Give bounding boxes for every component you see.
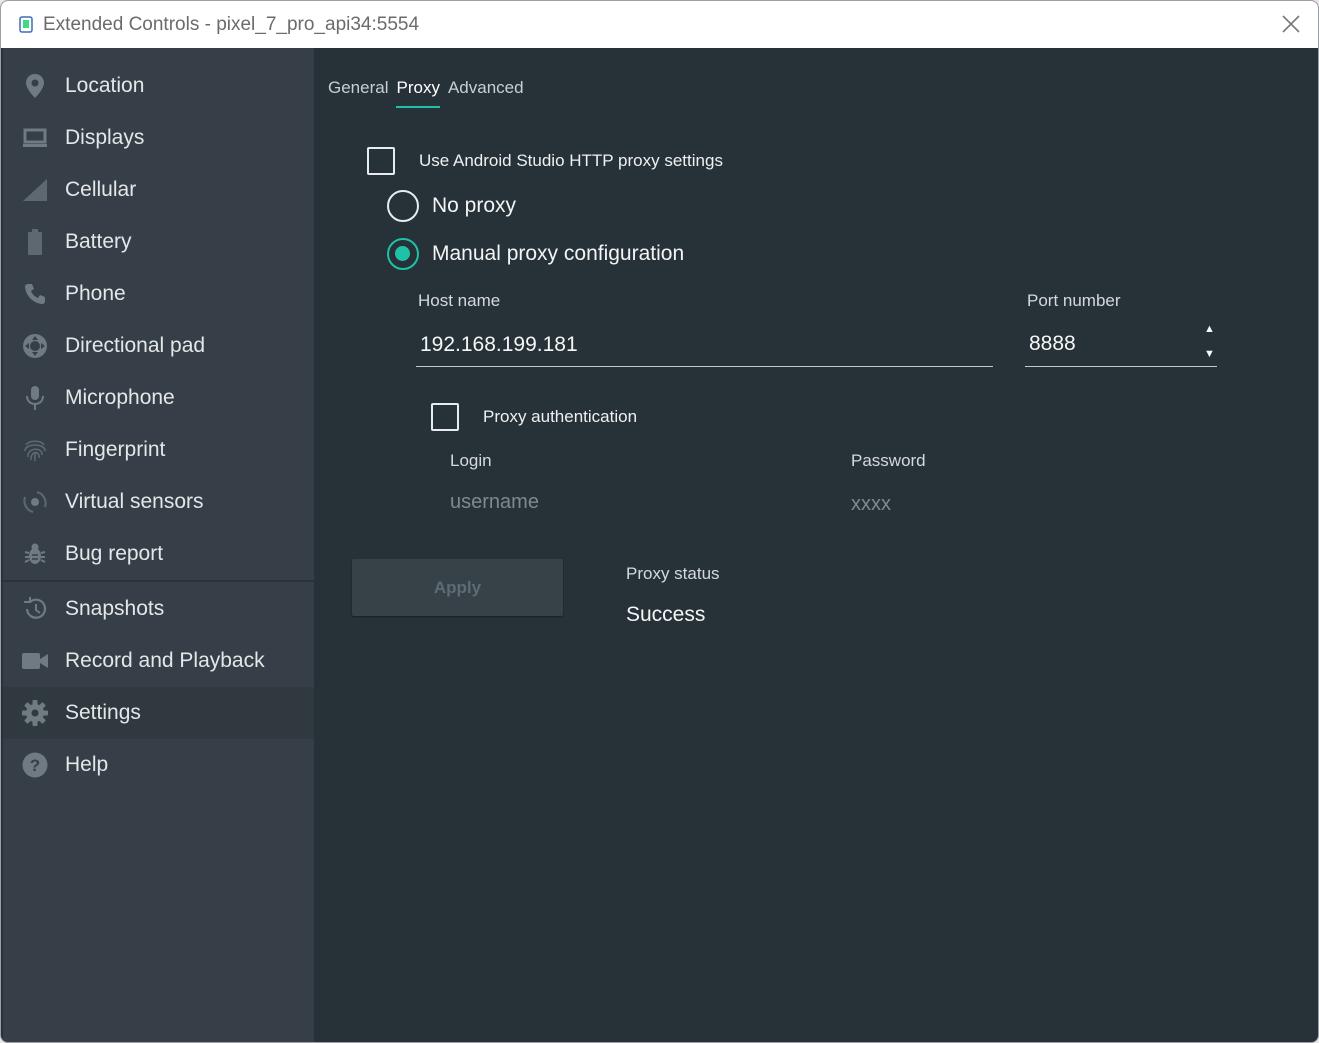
sidebar-divider xyxy=(3,580,314,582)
cellular-signal-icon xyxy=(21,176,49,204)
port-increment-button[interactable]: ▲ xyxy=(1204,323,1215,335)
sidebar-item-fingerprint[interactable]: Fingerprint xyxy=(3,424,314,476)
login-label: Login xyxy=(450,451,492,470)
sidebar-item-phone[interactable]: Phone xyxy=(3,268,314,320)
video-camera-icon xyxy=(21,647,49,675)
sidebar-item-label: Fingerprint xyxy=(65,438,166,461)
sidebar-item-label: Snapshots xyxy=(65,597,165,620)
settings-tabs: General Proxy Advanced xyxy=(328,78,524,108)
sidebar-item-label: Battery xyxy=(65,230,132,253)
sidebar-item-snapshots[interactable]: Snapshots xyxy=(3,583,314,635)
battery-icon xyxy=(21,228,49,256)
phone-icon xyxy=(21,280,49,308)
port-decrement-button[interactable]: ▼ xyxy=(1204,348,1215,360)
sidebar-item-battery[interactable]: Battery xyxy=(3,216,314,268)
host-name-label: Host name xyxy=(418,291,501,310)
title-bar: Extended Controls - pixel_7_pro_api34:55… xyxy=(1,1,1318,48)
tab-proxy[interactable]: Proxy xyxy=(396,78,441,108)
sidebar-item-bug-report[interactable]: Bug report xyxy=(3,528,314,580)
manual-proxy-radio[interactable] xyxy=(387,238,419,270)
close-button[interactable] xyxy=(1278,11,1304,37)
use-studio-proxy-checkbox[interactable] xyxy=(367,147,395,175)
sidebar-item-label: Cellular xyxy=(65,178,137,201)
sidebar-item-settings[interactable]: Settings xyxy=(3,687,314,739)
proxy-status-label: Proxy status xyxy=(626,564,720,583)
history-icon xyxy=(21,595,49,623)
password-input[interactable]: xxxx xyxy=(851,493,891,516)
host-name-input[interactable] xyxy=(416,331,993,367)
sidebar-item-record-and-playback[interactable]: Record and Playback xyxy=(3,635,314,687)
sidebar-item-location[interactable]: Location xyxy=(3,60,314,112)
window-title: Extended Controls - pixel_7_pro_api34:55… xyxy=(43,14,420,35)
sidebar-item-cellular[interactable]: Cellular xyxy=(3,164,314,216)
sidebar-item-help[interactable]: ? Help xyxy=(3,739,314,791)
sidebar-item-label: Virtual sensors xyxy=(65,490,204,513)
tab-advanced[interactable]: Advanced xyxy=(448,78,524,108)
sidebar-item-label: Phone xyxy=(65,282,126,305)
sidebar-item-label: Location xyxy=(65,74,145,97)
proxy-auth-checkbox[interactable] xyxy=(431,403,459,431)
sidebar-item-label: Displays xyxy=(65,126,145,149)
password-label: Password xyxy=(851,451,926,470)
gear-icon xyxy=(21,699,49,727)
login-input[interactable]: username xyxy=(450,491,539,514)
extended-controls-window: Extended Controls - pixel_7_pro_api34:55… xyxy=(0,0,1319,1043)
use-studio-proxy-label: Use Android Studio HTTP proxy settings xyxy=(419,151,723,170)
sidebar-item-directional-pad[interactable]: Directional pad xyxy=(3,320,314,372)
manual-proxy-label: Manual proxy configuration xyxy=(432,242,685,265)
sidebar-item-microphone[interactable]: Microphone xyxy=(3,372,314,424)
sidebar-item-displays[interactable]: Displays xyxy=(3,112,314,164)
dpad-icon xyxy=(21,332,49,360)
no-proxy-radio[interactable] xyxy=(387,190,419,222)
sidebar-item-label: Record and Playback xyxy=(65,649,265,672)
sidebar-item-label: Help xyxy=(65,753,109,776)
proxy-auth-label: Proxy authentication xyxy=(483,407,638,426)
port-number-label: Port number xyxy=(1027,291,1121,310)
apply-button[interactable]: Apply xyxy=(352,559,563,616)
fingerprint-icon xyxy=(21,436,49,464)
emulator-app-icon xyxy=(19,16,33,33)
sidebar-item-label: Bug report xyxy=(65,542,164,565)
display-icon xyxy=(21,124,49,152)
proxy-status-value: Success xyxy=(626,603,706,626)
microphone-icon xyxy=(21,384,49,412)
radio-selected-dot xyxy=(395,246,410,261)
bug-icon xyxy=(21,540,49,568)
svg-text:?: ? xyxy=(30,756,40,775)
sidebar-item-label: Directional pad xyxy=(65,334,206,357)
location-pin-icon xyxy=(21,72,49,100)
sidebar-item-virtual-sensors[interactable]: Virtual sensors xyxy=(3,476,314,528)
sidebar: Location Displays Cellular Battery Phone xyxy=(3,48,314,1042)
sidebar-item-label: Settings xyxy=(65,701,141,724)
no-proxy-label: No proxy xyxy=(432,194,517,217)
settings-panel: General Proxy Advanced Use Android Studi… xyxy=(314,48,1318,1042)
close-icon xyxy=(1282,15,1300,33)
port-number-input[interactable] xyxy=(1025,329,1217,367)
virtual-sensors-icon xyxy=(21,488,49,516)
help-icon: ? xyxy=(21,751,49,779)
sidebar-item-label: Microphone xyxy=(65,386,175,409)
tab-general[interactable]: General xyxy=(328,78,388,108)
